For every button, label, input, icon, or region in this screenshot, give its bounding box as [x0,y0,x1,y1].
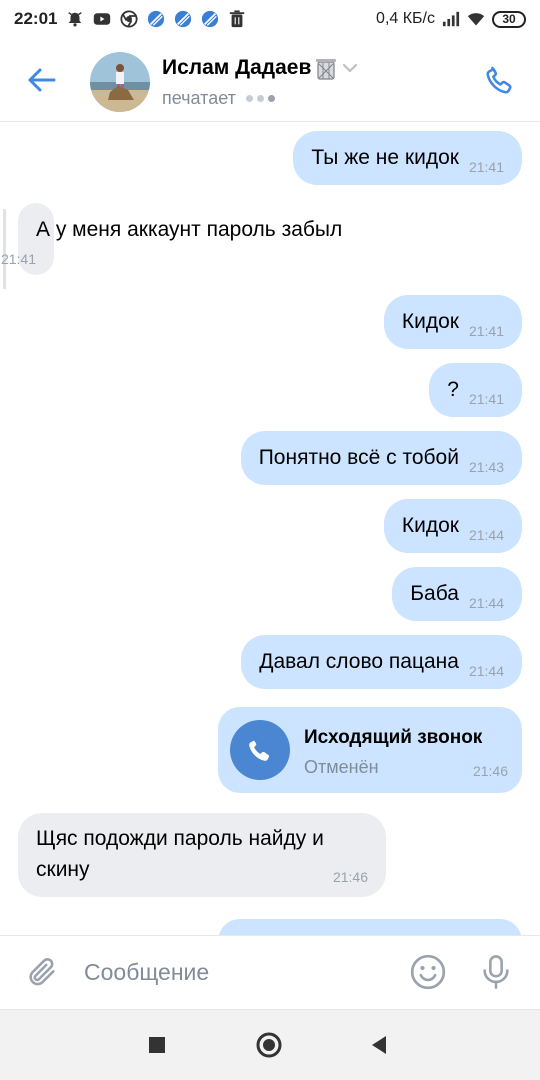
message-time: 21:44 [468,527,504,543]
recents-button[interactable] [142,1030,172,1060]
wifi-icon [467,13,485,26]
blocked-icon [202,10,219,28]
avatar[interactable] [90,52,150,112]
trash-emoji-icon [316,59,337,80]
voice-message-button[interactable] [476,952,516,992]
message-bubble-incoming[interactable]: Щяс подожди пароль найду и скину 21:46 [18,813,386,897]
message-bubble-outgoing-partial[interactable] [218,919,522,935]
chat-header: Ислам Дадаев печатает [0,38,540,122]
youtube-icon [94,13,111,25]
message-time: 21:41 [0,251,36,267]
call-message-bubble[interactable]: Исходящий звонок Отменён 21:46 [218,707,522,793]
message-text: Давал слово пацана [259,650,459,673]
message-text: Кидок [401,310,459,333]
message-time: 21:46 [472,763,508,779]
unread-marker [3,209,6,289]
status-bar: 22:01 0,4 КБ/с 30 [0,0,540,38]
phone-icon [249,739,270,761]
microphone-icon [483,955,509,989]
call-status: Отменён [304,757,379,777]
network-speed: 0,4 КБ/с [376,10,435,27]
message-input[interactable] [84,948,394,996]
paperclip-icon [29,958,55,986]
avatar-image [90,52,150,112]
status-time: 22:01 [14,9,58,28]
message-time: 21:41 [468,323,504,339]
message-text: Щяс подожди пароль найду и скину [36,827,324,881]
message-text: Ты же не кидок [311,146,459,169]
chevron-down-icon [343,63,358,73]
message-time: 21:41 [468,159,504,175]
message-time: 21:44 [468,663,504,679]
message-bubble-outgoing[interactable]: Ты же не кидок 21:41 [293,131,522,185]
message-time: 21:46 [332,869,368,885]
emoji-button[interactable] [408,952,448,992]
blocked-icon [148,10,165,28]
battery-icon: 30 [492,10,526,28]
message-list[interactable]: Ты же не кидок 21:41 А у меня аккаунт па… [0,123,540,935]
arrow-left-icon [28,68,56,92]
message-bubble-outgoing[interactable]: ? 21:41 [429,363,522,417]
typing-status: печатает [162,88,275,109]
message-bubble-incoming[interactable]: А у меня аккаунт пароль забыл 21:41 [1,203,342,275]
status-right: 0,4 КБ/с 30 [376,10,526,28]
trash-icon [230,10,245,28]
alarm-icon [68,12,83,27]
message-time: 21:44 [468,595,504,611]
typing-dots-icon [245,95,275,102]
smile-icon [410,954,446,990]
message-text: ? [447,378,459,401]
status-left: 22:01 [14,9,246,29]
battery-level: 30 [502,12,516,26]
contact-name-row[interactable]: Ислам Дадаев [162,56,359,80]
typing-status-text: печатает [162,88,236,108]
system-nav-bar [0,1009,540,1080]
call-title: Исходящий звонок [304,727,483,748]
message-bubble-outgoing[interactable]: Кидок 21:44 [383,499,522,553]
message-text: Понятно всё с тобой [258,446,459,469]
back-button[interactable] [22,60,62,100]
message-bubble-outgoing[interactable]: Баба 21:44 [392,567,522,621]
message-bubble-outgoing[interactable]: Понятно всё с тобой 21:43 [240,431,522,485]
message-text: Баба [410,582,459,605]
message-text: А у меня аккаунт пароль забыл [36,218,343,241]
blocked-icon [175,10,192,28]
square-icon [149,1037,165,1053]
message-text: Кидок [401,514,459,537]
message-bubble-outgoing[interactable]: Давал слово пацана 21:44 [241,635,522,689]
signal-icon [442,11,460,27]
message-bubble-outgoing[interactable]: Кидок 21:41 [383,295,522,349]
phone-icon [486,66,512,94]
message-time: 21:41 [468,391,504,407]
circle-icon [256,1032,282,1058]
attach-button[interactable] [22,952,62,992]
triangle-back-icon [372,1036,386,1054]
contact-name: Ислам Дадаев [162,56,312,79]
call-icon-circle [230,720,290,780]
home-button[interactable] [254,1030,284,1060]
message-composer [0,935,540,1009]
message-time: 21:43 [468,459,504,475]
call-button[interactable] [480,60,520,100]
chrome-icon [120,10,139,28]
back-nav-button[interactable] [364,1030,394,1060]
